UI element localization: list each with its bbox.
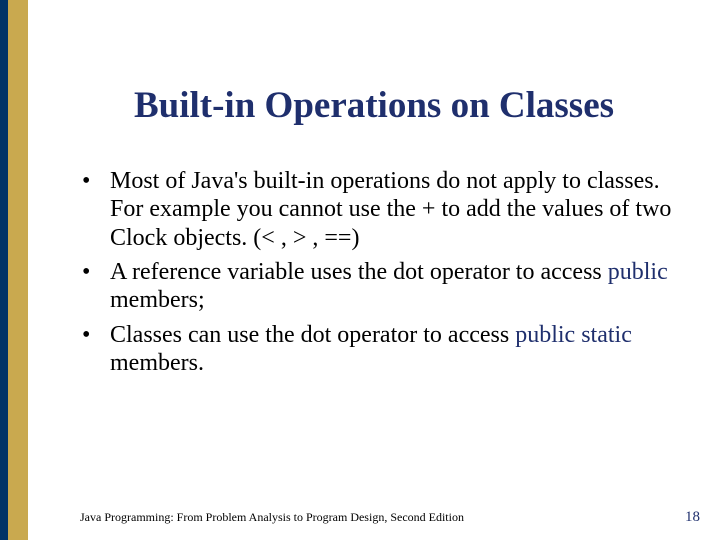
sidebar-stripe [0,0,28,540]
slide-title: Built-in Operations on Classes [28,84,720,127]
bullet-item: A reference variable uses the dot operat… [82,258,680,315]
bullet-item: Classes can use the dot operator to acce… [82,321,680,378]
footer: Java Programming: From Problem Analysis … [28,509,720,526]
stripe-gold [8,0,28,540]
bullet-text: members; [110,287,205,313]
bullet-item: Most of Java's built-in operations do no… [82,167,680,252]
bullet-text: Classes can use the dot operator to acce… [110,322,515,348]
bullet-text: members. [110,350,204,376]
keyword: public static [515,322,632,348]
bullet-text: Most of Java's built-in operations do no… [110,168,671,251]
keyword: public [608,259,668,285]
slide-body: Built-in Operations on Classes Most of J… [28,0,720,540]
footer-text: Java Programming: From Problem Analysis … [80,510,464,525]
page-number: 18 [685,509,700,526]
bullet-list: Most of Java's built-in operations do no… [28,167,720,377]
bullet-text: A reference variable uses the dot operat… [110,259,608,285]
stripe-blue [0,0,8,540]
